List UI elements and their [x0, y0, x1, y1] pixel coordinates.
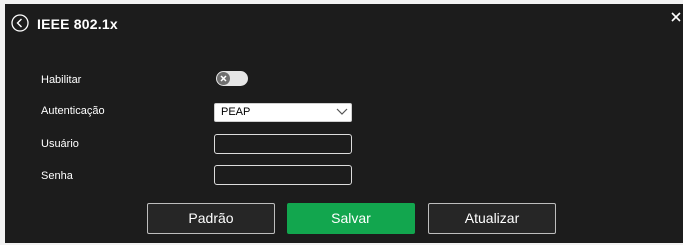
refresh-button[interactable]: Atualizar [428, 203, 556, 234]
default-button[interactable]: Padrão [147, 203, 275, 234]
password-input[interactable] [214, 165, 352, 185]
back-button[interactable] [11, 14, 29, 32]
password-label: Senha [41, 170, 73, 182]
enable-toggle[interactable] [216, 71, 248, 86]
close-icon [671, 12, 681, 22]
save-button[interactable]: Salvar [287, 203, 415, 234]
close-button[interactable] [669, 10, 683, 24]
dialog-title: IEEE 802.1x [37, 16, 118, 32]
user-label: Usuário [41, 138, 79, 150]
chevron-down-icon [336, 108, 348, 115]
auth-select[interactable]: PEAP [214, 103, 352, 122]
ieee-8021x-dialog: IEEE 802.1x Habilitar Autenticação PEAP … [5, 4, 683, 243]
chevron-left-circle-icon [11, 14, 29, 32]
auth-label: Autenticação [41, 105, 105, 117]
user-input[interactable] [214, 134, 352, 154]
enable-label: Habilitar [41, 74, 82, 86]
toggle-off-icon [217, 72, 230, 85]
auth-select-value: PEAP [221, 106, 251, 118]
